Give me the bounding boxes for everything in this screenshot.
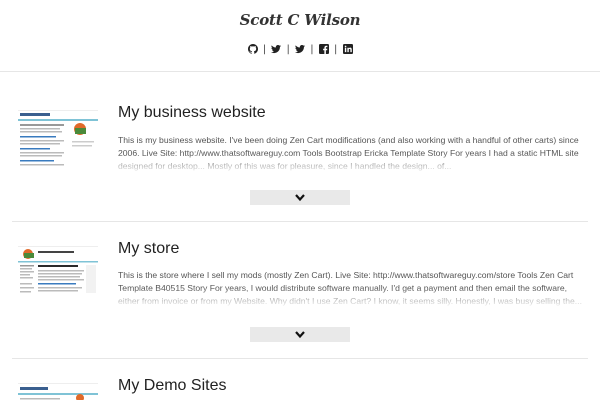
project-thumbnail[interactable] [18,110,98,168]
project-thumbnail[interactable] [18,246,98,304]
description-fade [118,154,588,174]
social-links: | | | | [0,44,600,56]
site-header: Scott C Wilson | | | | [0,0,600,72]
expand-button[interactable] [250,190,350,205]
facebook-icon[interactable] [318,44,329,55]
project-title[interactable]: My Demo Sites [118,377,226,395]
expand-button[interactable] [250,327,350,342]
chevron-down-icon [295,331,305,339]
linkedin-icon[interactable] [342,44,353,55]
project-thumbnail[interactable] [18,383,98,400]
separator: | [333,44,338,55]
separator: | [310,44,314,55]
github-icon[interactable] [247,44,258,55]
project-card: My Demo Sites [12,359,588,400]
separator: | [262,44,267,55]
project-title[interactable]: My business website [118,104,266,122]
twitter-icon[interactable] [271,44,282,55]
chevron-down-icon [295,194,305,202]
project-card: My store This is the store where I sell … [12,222,588,359]
project-card: My business website This is my business … [12,72,588,222]
project-title[interactable]: My store [118,240,179,258]
separator: | [286,44,290,55]
site-title: Scott C Wilson [239,11,361,29]
description-fade [118,288,588,308]
twitter-icon[interactable] [295,44,305,55]
